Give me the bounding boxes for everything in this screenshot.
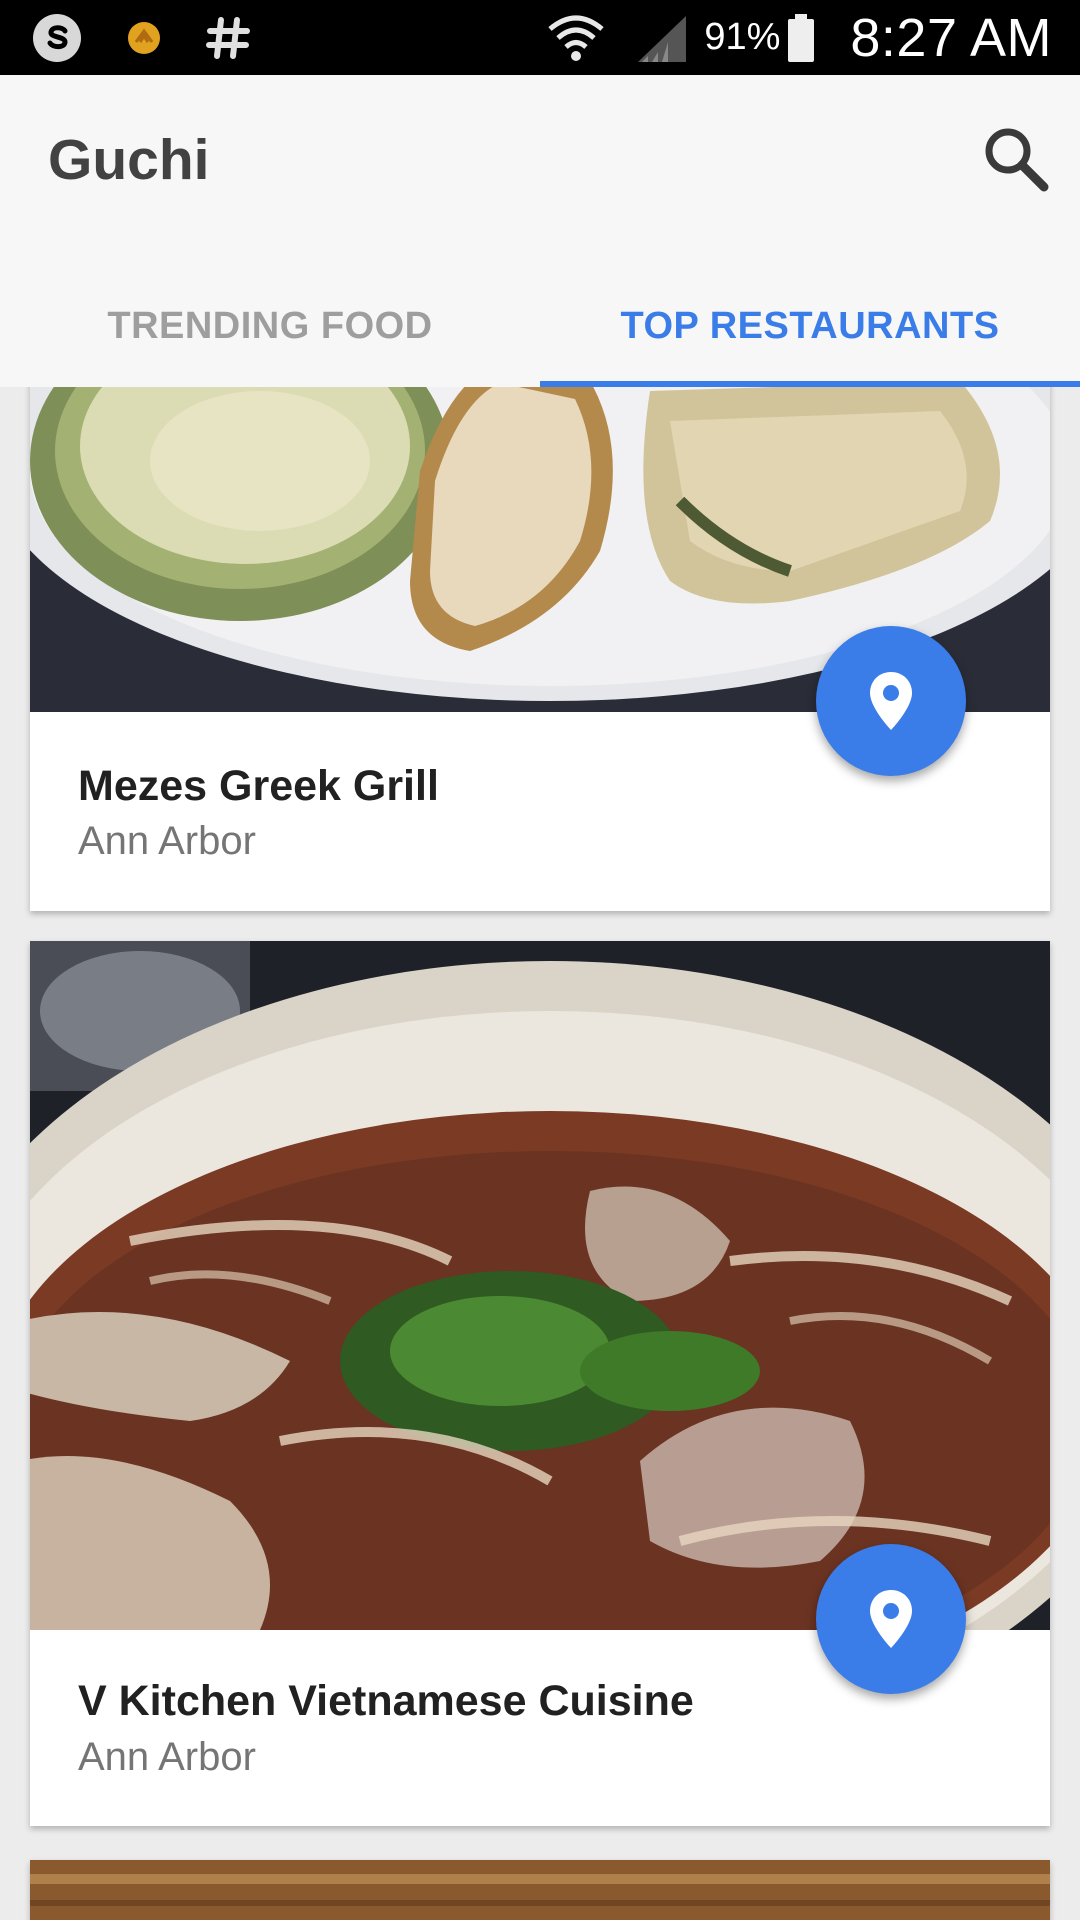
- location-pin-icon: [870, 672, 912, 730]
- search-button[interactable]: [980, 123, 1052, 195]
- tab-top-restaurants[interactable]: TOP RESTAURANTS: [540, 265, 1080, 387]
- restaurant-location: Ann Arbor: [78, 819, 256, 863]
- restaurant-name: V Kitchen Vietnamese Cuisine: [78, 1677, 694, 1725]
- app-title: Guchi: [48, 128, 210, 192]
- signal-icon: [638, 15, 687, 62]
- restaurant-photo: [30, 941, 1050, 1630]
- map-pin-button[interactable]: [816, 626, 966, 776]
- wifi-icon: [548, 15, 604, 61]
- battery-percentage: 91%: [704, 16, 781, 58]
- restaurant-name: Mezes Greek Grill: [78, 762, 439, 810]
- restaurant-list[interactable]: Mezes Greek Grill Ann Arbor V Kitchen Vi…: [0, 387, 1080, 1920]
- search-icon: [985, 128, 1049, 192]
- status-bar-system-icons: 91% 8:27 AM: [546, 0, 1052, 75]
- status-bar: 91% 8:27 AM: [0, 0, 1080, 75]
- restaurant-photo: [30, 1860, 1050, 1920]
- food-photo: [30, 1860, 1050, 1920]
- tab-trending-food[interactable]: TRENDING FOOD: [0, 265, 540, 387]
- battery-icon: [788, 13, 815, 62]
- skype-icon: [33, 13, 81, 62]
- hashtag-icon: [206, 16, 250, 59]
- status-bar-notification-icons: [30, 10, 252, 65]
- location-pin-icon: [870, 1590, 912, 1648]
- pho-noodle-soup-photo: [30, 941, 1050, 1630]
- restaurant-location: Ann Arbor: [78, 1735, 256, 1779]
- notification-app-icon: [128, 21, 160, 54]
- map-pin-button[interactable]: [816, 1544, 966, 1694]
- restaurant-card-partial[interactable]: [30, 1860, 1050, 1920]
- app-bar: Guchi TRENDING FOOD TOP RESTAURANTS: [0, 75, 1080, 387]
- tab-bar: TRENDING FOOD TOP RESTAURANTS: [0, 265, 1080, 387]
- clock: 8:27 AM: [850, 7, 1052, 68]
